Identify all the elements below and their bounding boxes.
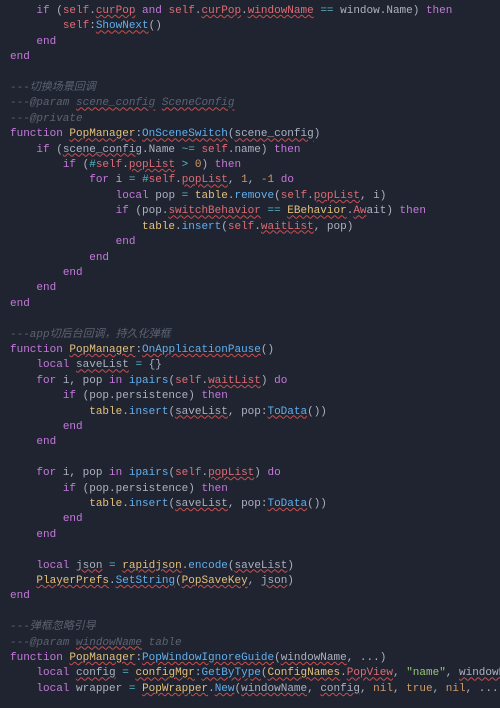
- code-line: for i, pop in ipairs(self.waitList) do: [10, 375, 287, 387]
- blank-line: [10, 452, 17, 464]
- blank-line: [10, 698, 17, 708]
- blank-line: [10, 606, 17, 618]
- code-line: if (scene_config.Name ~= self.name) then: [10, 144, 300, 156]
- code-line: local wrapper = PopWrapper.New(windowNam…: [10, 683, 500, 695]
- blank-line: [10, 544, 17, 556]
- code-line: end: [10, 421, 83, 433]
- code-line: function PopManager:OnSceneSwitch(scene_…: [10, 128, 320, 140]
- code-line: end: [10, 36, 56, 48]
- code-block: if (self.curPop and self.curPop.windowNa…: [0, 0, 500, 708]
- code-line: if (#self.popList > 0) then: [10, 159, 241, 171]
- code-line: end: [10, 267, 83, 279]
- code-line: end: [10, 298, 30, 310]
- code-line: function PopManager:OnApplicationPause(): [10, 344, 274, 356]
- code-line: end: [10, 51, 30, 63]
- blank-line: [10, 67, 17, 79]
- comment-line: ---切换场景回调: [10, 82, 96, 94]
- code-line: self:ShowNext(): [10, 20, 162, 32]
- comment-line: ---@param scene_config SceneConfig: [10, 97, 234, 109]
- code-line: if (pop.persistence) then: [10, 390, 228, 402]
- code-line: end: [10, 436, 56, 448]
- blank-line: [10, 313, 17, 325]
- code-line: local config = configMgr:GetByType(Confi…: [10, 667, 500, 679]
- comment-line: ---@param windowName table: [10, 637, 182, 649]
- comment-line: ---弹框忽略引导: [10, 621, 96, 633]
- code-line: end: [10, 590, 30, 602]
- code-line: end: [10, 236, 135, 248]
- code-line: end: [10, 529, 56, 541]
- code-line: if (pop.switchBehavior == EBehavior.Awai…: [10, 205, 426, 217]
- code-line: if (pop.persistence) then: [10, 483, 228, 495]
- code-line: function PopManager:PopWindowIgnoreGuide…: [10, 652, 386, 664]
- code-line: if (self.curPop and self.curPop.windowNa…: [10, 5, 452, 17]
- code-line: for i, pop in ipairs(self.popList) do: [10, 467, 281, 479]
- code-line: end: [10, 282, 56, 294]
- code-line: PlayerPrefs.SetString(PopSaveKey, json): [10, 575, 294, 587]
- code-line: for i = #self.popList, 1, -1 do: [10, 174, 294, 186]
- code-line: table.insert(saveList, pop:ToData()): [10, 406, 327, 418]
- comment-line: ---@private: [10, 113, 83, 125]
- code-line: end: [10, 513, 83, 525]
- code-line: local json = rapidjson.encode(saveList): [10, 560, 294, 572]
- code-line: local saveList = {}: [10, 359, 162, 371]
- code-line: table.insert(saveList, pop:ToData()): [10, 498, 327, 510]
- code-line: table.insert(self.waitList, pop): [10, 221, 353, 233]
- code-line: local pop = table.remove(self.popList, i…: [10, 190, 386, 202]
- code-line: end: [10, 252, 109, 264]
- comment-line: ---app切后台回调，持久化弹框: [10, 329, 171, 341]
